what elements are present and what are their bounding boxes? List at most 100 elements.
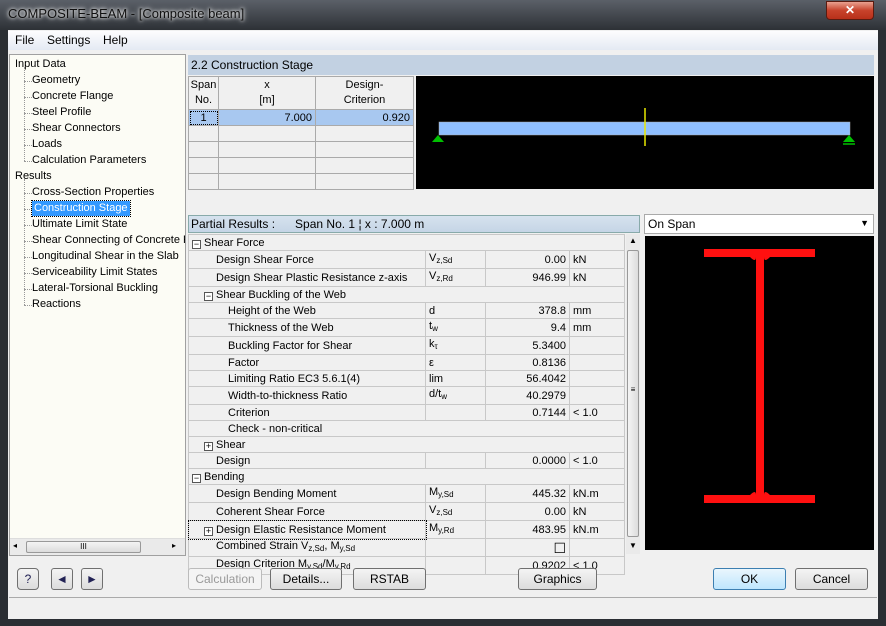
results-vertical-scrollbar[interactable]: ▲ ≡ ▼ xyxy=(626,234,640,554)
tree-connector xyxy=(24,257,32,258)
view-dropdown[interactable]: On Span ▼ xyxy=(644,214,874,234)
name-text: , M xyxy=(324,540,340,552)
table-row[interactable] xyxy=(188,141,414,158)
result-unit xyxy=(569,370,625,387)
cell-x[interactable]: 7.000 xyxy=(218,109,316,126)
scroll-down-icon[interactable]: ▼ xyxy=(629,541,637,550)
calculation-button[interactable]: Calculation xyxy=(188,568,262,590)
scroll-up-icon[interactable]: ▲ xyxy=(629,236,637,245)
tree-item[interactable]: Ultimate Limit State xyxy=(32,217,127,232)
result-unit xyxy=(569,386,625,405)
result-name: Factor xyxy=(188,354,426,371)
table-row[interactable]: Design Shear Plastic Resistance z-axis Vz… xyxy=(188,268,625,287)
table-row[interactable]: − Shear Buckling of the Web xyxy=(188,286,625,303)
details-button[interactable]: Details... xyxy=(270,568,342,590)
table-row[interactable]: Criterion 0.7144 < 1.0 xyxy=(188,404,625,421)
result-name: Height of the Web xyxy=(188,302,426,319)
tree-item[interactable]: Geometry xyxy=(32,73,80,88)
scroll-left-icon[interactable]: ◂ xyxy=(13,541,17,550)
graphics-button[interactable]: Graphics xyxy=(518,568,597,590)
tree-item[interactable]: Construction Stage xyxy=(31,200,131,217)
table-row[interactable]: Design Bending Moment My,Sd 445.32 kN.m xyxy=(188,484,625,503)
close-button[interactable]: ✕ xyxy=(826,1,874,20)
result-value: 0.00 xyxy=(485,502,570,521)
header-text: No. xyxy=(194,94,213,106)
table-row[interactable]: Limiting Ratio EC3 5.6.1(4) lim 56.4042 xyxy=(188,370,625,387)
cell-criterion[interactable]: 0.920 xyxy=(315,109,414,126)
result-value: 0.0000 xyxy=(485,452,570,469)
tree-horizontal-scrollbar[interactable]: ◂ III ▸ xyxy=(10,538,185,555)
result-symbol xyxy=(425,556,486,575)
table-row[interactable]: Design 0.0000 < 1.0 xyxy=(188,452,625,469)
tree-connector xyxy=(24,289,32,290)
expand-icon[interactable]: + xyxy=(204,526,213,536)
menu-file[interactable]: File xyxy=(15,33,34,47)
tree-connector xyxy=(24,209,32,210)
tree-item[interactable]: Shear Connecting of Concrete Flange xyxy=(32,233,185,248)
result-unit: mm xyxy=(569,318,625,337)
table-row[interactable]: Coherent Shear Force Vz,Sd 0.00 kN xyxy=(188,502,625,521)
table-row[interactable]: Thickness of the Web tw 9.4 mm xyxy=(188,318,625,337)
symbol-subscript: z,Sd xyxy=(436,256,453,265)
tree-item[interactable]: Cross-Section Properties xyxy=(32,185,154,200)
scroll-right-icon[interactable]: ▸ xyxy=(172,541,176,550)
ok-button[interactable]: OK xyxy=(713,568,786,590)
previous-button[interactable]: ◄ xyxy=(51,568,73,590)
name-text: Design xyxy=(216,454,251,467)
chevron-down-icon[interactable]: ▼ xyxy=(860,218,869,228)
cell-span[interactable]: 1 xyxy=(188,109,219,126)
collapse-icon[interactable]: − xyxy=(192,239,201,249)
expand-icon[interactable]: + xyxy=(204,441,213,451)
tree-item[interactable]: Serviceability Limit States xyxy=(32,265,157,280)
table-row[interactable] xyxy=(188,173,414,190)
tree-item[interactable]: Input Data xyxy=(15,57,66,72)
menu-help[interactable]: Help xyxy=(103,33,128,47)
scroll-thumb[interactable]: III xyxy=(26,541,141,553)
table-row[interactable]: − Shear Force xyxy=(188,234,625,251)
scroll-thumb[interactable]: ≡ xyxy=(627,250,639,537)
table-row[interactable]: Combined Strain Vz,Sd, My,Sd ☐ xyxy=(188,538,625,557)
result-name: − Shear Force xyxy=(188,234,625,251)
tree-item[interactable]: Lateral-Torsional Buckling xyxy=(32,281,158,296)
table-row[interactable]: + Design Elastic Resistance Moment My,Rd 48… xyxy=(187,519,625,540)
result-name: Coherent Shear Force xyxy=(188,502,426,521)
checkbox[interactable]: ☐ xyxy=(485,538,570,557)
result-name: + Shear xyxy=(188,436,625,453)
tree-item[interactable]: Loads xyxy=(32,137,62,152)
table-row[interactable]: + Shear xyxy=(188,436,625,453)
header-text: x xyxy=(264,79,270,91)
next-button[interactable]: ► xyxy=(81,568,103,590)
result-unit xyxy=(569,354,625,371)
menu-settings[interactable]: Settings xyxy=(47,33,90,47)
table-row[interactable]: Height of the Web d 378.8 mm xyxy=(188,302,625,319)
table-row[interactable]: Design Shear Force Vz,Sd 0.00 kN xyxy=(188,250,625,269)
table-row[interactable]: − Bending xyxy=(188,468,625,485)
tree-item[interactable]: Results xyxy=(15,169,52,184)
name-text: Buckling Factor for Shear xyxy=(228,339,353,352)
collapse-icon[interactable]: − xyxy=(204,291,213,301)
table-row[interactable]: Factor ε 0.8136 xyxy=(188,354,625,371)
rstab-button[interactable]: RSTAB xyxy=(353,568,426,590)
tree-connector xyxy=(24,273,32,274)
name-subscript: y,Sd xyxy=(339,544,356,553)
tree-item[interactable]: Steel Profile xyxy=(32,105,91,120)
table-row[interactable] xyxy=(188,157,414,174)
tree-item[interactable]: Shear Connectors xyxy=(32,121,121,136)
tree-connector xyxy=(24,81,32,82)
help-button[interactable]: ? xyxy=(17,568,39,590)
tree-item[interactable]: Concrete Flange xyxy=(32,89,113,104)
name-text: Limiting Ratio EC3 5.6.1(4) xyxy=(228,372,361,385)
cancel-button[interactable]: Cancel xyxy=(795,568,868,590)
table-row[interactable]: Check - non-critical xyxy=(188,420,625,437)
table-row[interactable]: 1 7.000 0.920 xyxy=(188,109,414,126)
table-row[interactable] xyxy=(188,125,414,142)
tree-item[interactable]: Longitudinal Shear in the Slab xyxy=(32,249,179,264)
name-text: Design Bending Moment xyxy=(216,487,337,500)
table-row[interactable]: Buckling Factor for Shear kτ 5.3400 xyxy=(188,336,625,355)
collapse-icon[interactable]: − xyxy=(192,473,201,483)
tree-item[interactable]: Reactions xyxy=(32,297,81,312)
name-text: Bending xyxy=(204,470,245,483)
name-text: Check - non-critical xyxy=(228,422,323,435)
tree-item[interactable]: Calculation Parameters xyxy=(32,153,146,168)
table-row[interactable]: Width-to-thickness Ratio d/tw 40.2979 xyxy=(188,386,625,405)
